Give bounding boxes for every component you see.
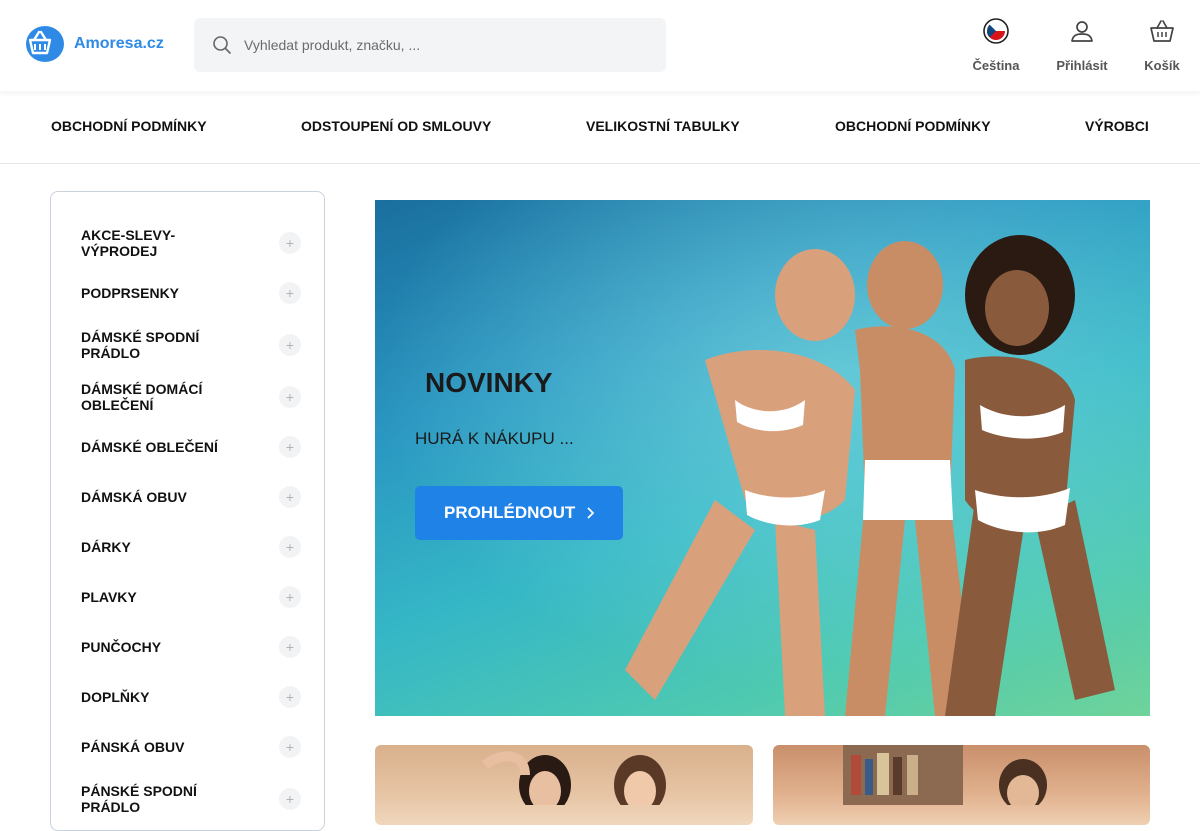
site-header: Amoresa.cz Čeština [0,0,1200,91]
nav-item-withdrawal[interactable]: ODSTOUPENÍ OD SMLOUVY [301,118,491,134]
nav-item-terms[interactable]: OBCHODNÍ PODMÍNKY [51,118,207,134]
category-sidebar: AKCE-SLEVY-VÝPRODEJ + PODPRSENKY + DÁMSK… [50,191,325,831]
category-item[interactable]: PÁNSKÉ SPODNÍ PRÁDLO + [81,783,301,815]
category-label: DÁMSKÁ OBUV [81,489,187,505]
expand-plus-icon[interactable]: + [279,334,301,356]
promo-image-men [843,745,1047,811]
category-label: PÁNSKÉ SPODNÍ PRÁDLO [81,783,197,815]
hero-banner[interactable]: NOVINKY HURÁ K NÁKUPU ... PROHLÉDNOUT [375,191,1150,724]
language-label: Čeština [972,58,1020,73]
expand-plus-icon[interactable]: + [279,636,301,658]
hero-models-illustration [375,200,1150,716]
category-label: PUNČOCHY [81,639,162,655]
nav-item-terms-2[interactable]: OBCHODNÍ PODMÍNKY [835,118,991,134]
language-switcher[interactable]: Čeština [966,16,1026,73]
search-icon [213,36,231,54]
category-item[interactable]: PUNČOCHY + [81,636,301,658]
main-nav: OBCHODNÍ PODMÍNKY ODSTOUPENÍ OD SMLOUVY … [0,91,1200,164]
expand-plus-icon[interactable]: + [279,586,301,608]
category-label: DOPLŇKY [81,689,150,705]
cart-label: Košík [1144,58,1180,73]
chevron-right-icon [587,507,595,519]
category-label: PODPRSENKY [81,285,180,301]
category-label: PÁNSKÁ OBUV [81,739,185,755]
category-item[interactable]: DOPLŇKY + [81,686,301,708]
expand-plus-icon[interactable]: + [279,436,301,458]
cart-button[interactable]: Košík [1138,16,1186,73]
expand-plus-icon[interactable]: + [279,486,301,508]
expand-plus-icon[interactable]: + [279,536,301,558]
expand-plus-icon[interactable]: + [279,386,301,408]
category-label: DÁRKY [81,539,131,555]
expand-plus-icon[interactable]: + [279,282,301,304]
search-bar[interactable] [194,18,666,72]
category-label: AKCE-SLEVY-VÝPRODEJ [81,227,176,259]
category-label: DÁMSKÉ OBLEČENÍ [81,439,218,455]
category-label: PLAVKY [81,589,137,605]
logo[interactable]: Amoresa.cz [26,26,164,62]
browse-button-label: PROHLÉDNOUT [444,503,576,522]
category-item[interactable]: DÁMSKÁ OBUV + [81,486,301,508]
basket-icon [1147,16,1177,46]
hero-title-text: NOVINKY [425,367,553,398]
expand-plus-icon[interactable]: + [279,232,301,254]
promo-tile-men[interactable] [773,745,1150,825]
browse-button[interactable]: PROHLÉDNOUT [415,486,624,540]
category-item[interactable]: PÁNSKÁ OBUV + [81,736,301,758]
czech-flag-icon [981,16,1011,46]
brand-name: Amoresa.cz [74,35,164,52]
hero-title: NOVINKY [415,367,553,399]
hero-image [375,200,1150,716]
basket-logo-icon [26,26,64,62]
login-label: Přihlásit [1056,58,1108,73]
category-item[interactable]: DÁMSKÉ DOMÁCÍ OBLEČENÍ + [81,381,301,413]
category-label: DÁMSKÉ DOMÁCÍ OBLEČENÍ [81,381,203,413]
promo-tile-women[interactable] [375,745,753,825]
category-item[interactable]: DÁMSKÉ SPODNÍ PRÁDLO + [81,329,301,361]
user-icon [1067,16,1097,46]
expand-plus-icon[interactable]: + [279,788,301,810]
category-label: DÁMSKÉ SPODNÍ PRÁDLO [81,329,200,361]
nav-item-size-charts[interactable]: VELIKOSTNÍ TABULKY [586,118,740,134]
category-item[interactable]: PODPRSENKY + [81,282,301,304]
expand-plus-icon[interactable]: + [279,686,301,708]
category-item[interactable]: PLAVKY + [81,586,301,608]
login-button[interactable]: Přihlásit [1050,16,1114,73]
category-item[interactable]: DÁMSKÉ OBLEČENÍ + [81,436,301,458]
hero-subtitle: HURÁ K NÁKUPU ... [415,429,574,448]
nav-item-manufacturers[interactable]: VÝROBCI [1085,118,1149,134]
expand-plus-icon[interactable]: + [279,736,301,758]
search-input[interactable] [244,37,624,53]
category-item[interactable]: AKCE-SLEVY-VÝPRODEJ + [81,227,301,259]
category-item[interactable]: DÁRKY + [81,536,301,558]
promo-image-women [482,751,666,815]
